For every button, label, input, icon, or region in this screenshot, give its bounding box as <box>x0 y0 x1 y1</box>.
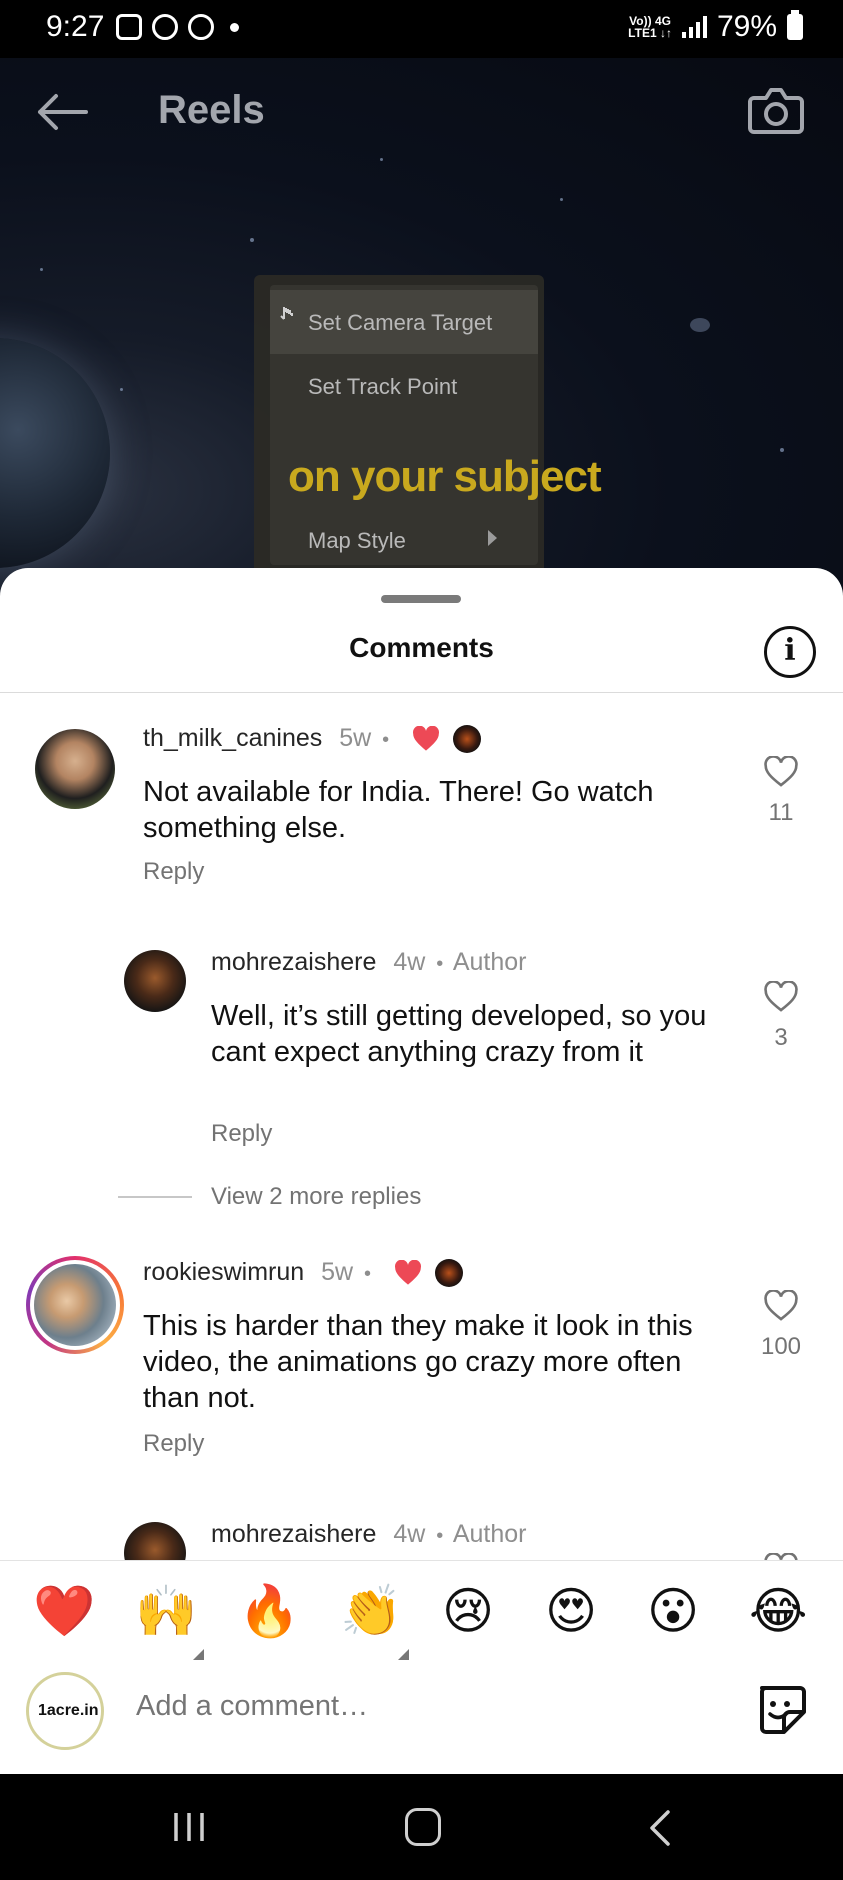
video-menu-item-track-point: Set Track Point <box>308 374 458 399</box>
comment-username[interactable]: mohrezaishere <box>211 948 376 976</box>
video-menu-item-camera-target: Set Camera Target <box>308 310 493 335</box>
avatar[interactable] <box>35 729 115 809</box>
home-icon[interactable] <box>405 1808 441 1846</box>
comment-age: 4w <box>393 1520 426 1548</box>
arrow-left-icon[interactable] <box>36 92 88 132</box>
skin-tone-indicator-icon <box>398 1649 409 1660</box>
avatar <box>34 1264 116 1346</box>
emoji-laughing-button[interactable]: 😂 <box>749 1581 807 1641</box>
comment-header: mohrezaishere 4w • Author <box>211 948 527 977</box>
sheet-title: Comments <box>349 632 494 663</box>
comment-username[interactable]: th_milk_canines <box>143 724 322 752</box>
battery-icon <box>787 10 803 40</box>
creator-liked-heart-icon <box>395 1260 421 1286</box>
sync-notification-icon <box>152 14 178 40</box>
emoji-surprised-button[interactable]: 😮 <box>647 1581 699 1641</box>
comment-age: 4w <box>393 948 426 976</box>
author-badge: Author <box>452 1520 527 1548</box>
thread-line <box>118 1196 192 1198</box>
separator: • <box>364 1263 372 1285</box>
view-more-replies-button[interactable]: View 2 more replies <box>211 1183 421 1211</box>
like-count: 100 <box>760 1333 802 1360</box>
emoji-crying-button[interactable]: 😢 <box>442 1581 494 1641</box>
emoji-reaction-bar: ❤️ 🙌 🔥 👏 😢 😍 😮 😂 <box>0 1560 843 1668</box>
like-count: 11 <box>768 799 794 826</box>
reply-button[interactable]: Reply <box>143 858 204 886</box>
avatar[interactable] <box>124 950 186 1012</box>
page-title: Reels <box>158 88 265 132</box>
comment-text: Well, it’s still getting developed, so y… <box>211 1000 707 1068</box>
creator-avatar-icon <box>434 1259 463 1288</box>
comment-input[interactable] <box>136 1690 696 1723</box>
status-right: Vo)) 4G LTE1 ↓↑ 79% <box>628 10 803 44</box>
comment-composer: 1acre.in <box>0 1668 843 1774</box>
comment-age: 5w <box>339 724 372 752</box>
heart-outline-icon[interactable] <box>763 980 799 1013</box>
status-bar: 9:27 Vo)) 4G LTE1 ↓↑ 79% <box>0 0 843 58</box>
chevron-right-icon <box>488 530 497 546</box>
story-ring[interactable] <box>26 1256 124 1354</box>
sheet-drag-handle[interactable] <box>381 595 461 603</box>
video-caption: on your subject <box>288 452 602 501</box>
info-icon[interactable]: i <box>764 626 816 678</box>
avatar-logo-text: 1acre.in <box>38 1702 99 1719</box>
notification-icons <box>116 14 239 40</box>
emoji-heart-eyes-button[interactable]: 😍 <box>545 1581 597 1641</box>
gallery-notification-icon <box>116 14 142 40</box>
my-avatar[interactable]: 1acre.in <box>26 1672 104 1750</box>
network-indicator: Vo)) 4G LTE1 ↓↑ <box>628 15 672 39</box>
like-control[interactable]: 3 <box>751 980 811 1052</box>
heart-notification-icon <box>188 14 214 40</box>
network-sim: LTE1 ↓↑ <box>628 26 672 40</box>
video-menu-item-map-style: Map Style <box>308 528 406 553</box>
comment-text: This is harder than they make it look in… <box>143 1310 693 1414</box>
emoji-raised-hands-button[interactable]: 🙌 <box>135 1581 197 1641</box>
comment-text: Not available for India. There! Go watch… <box>143 776 654 844</box>
separator: • <box>436 1525 444 1547</box>
recent-apps-icon[interactable] <box>172 1811 206 1843</box>
separator: • <box>382 729 390 751</box>
sticker-icon[interactable] <box>754 1682 808 1736</box>
comment-age: 5w <box>321 1258 354 1286</box>
heart-outline-icon[interactable] <box>763 755 799 788</box>
comment-header: th_milk_canines 5w • <box>143 724 482 754</box>
like-count: 3 <box>774 1024 788 1051</box>
back-icon[interactable] <box>648 1810 672 1846</box>
like-control[interactable]: 11 <box>751 755 811 827</box>
comment-header: rookieswimrun 5w • <box>143 1258 463 1288</box>
emoji-heart-button[interactable]: ❤️ <box>33 1581 95 1641</box>
signal-bars-icon <box>681 16 707 38</box>
author-badge: Author <box>452 948 527 976</box>
more-notifications-dot-icon <box>230 22 239 32</box>
sheet-divider <box>0 692 843 693</box>
skin-tone-indicator-icon <box>193 1649 204 1660</box>
comment-username[interactable]: mohrezaishere <box>211 1520 376 1548</box>
creator-liked-heart-icon <box>413 726 440 752</box>
emoji-fire-button[interactable]: 🔥 <box>238 1581 300 1641</box>
battery-percent: 79% <box>716 10 777 43</box>
planet-graphic <box>0 338 110 568</box>
reply-button[interactable]: Reply <box>211 1120 272 1148</box>
creator-avatar-icon <box>453 725 482 754</box>
separator: • <box>436 953 444 975</box>
comment-header: mohrezaishere 4w • Author <box>211 1520 527 1549</box>
camera-icon[interactable] <box>748 84 804 136</box>
heart-outline-icon[interactable] <box>763 1289 799 1322</box>
emoji-clap-button[interactable]: 👏 <box>340 1581 402 1641</box>
hand-cursor-icon <box>280 307 293 320</box>
status-time: 9:27 <box>46 10 105 43</box>
comment-username[interactable]: rookieswimrun <box>143 1258 304 1286</box>
system-nav-bar <box>0 1774 843 1880</box>
like-control[interactable]: 100 <box>751 1289 811 1361</box>
reply-button[interactable]: Reply <box>143 1430 204 1458</box>
